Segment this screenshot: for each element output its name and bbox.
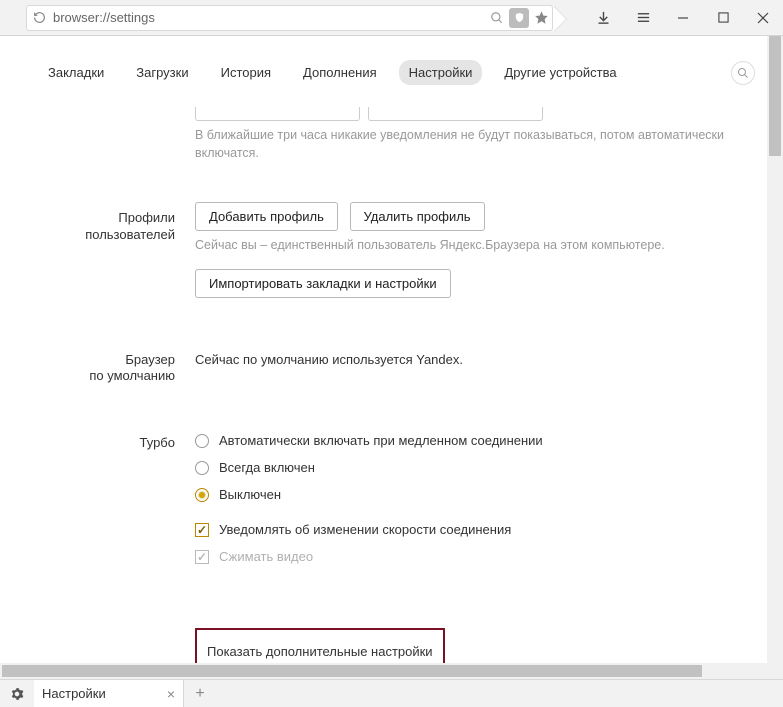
turbo-option-always[interactable]: Всегда включен	[195, 454, 759, 481]
window-titlebar	[0, 0, 783, 36]
nav-tab-bookmarks[interactable]: Закладки	[38, 60, 114, 85]
checkbox-icon	[195, 523, 209, 537]
shield-icon[interactable]	[508, 5, 530, 31]
address-bar[interactable]	[26, 5, 553, 31]
scrollbar-thumb[interactable]	[769, 36, 781, 156]
star-icon[interactable]	[530, 5, 552, 31]
turbo-option-off[interactable]: Выключен	[195, 481, 759, 508]
settings-page: Закладки Загрузки История Дополнения Нас…	[0, 36, 767, 663]
truncated-buttons	[195, 107, 759, 121]
delete-profile-button[interactable]: Удалить профиль	[350, 202, 485, 231]
nav-tab-history[interactable]: История	[211, 60, 281, 85]
browser-tab-settings[interactable]: Настройки ×	[34, 680, 184, 707]
url-input[interactable]	[51, 10, 486, 25]
notifications-desc: В ближайшие три часа никакие уведомления…	[195, 127, 759, 162]
nav-tab-downloads[interactable]: Загрузки	[126, 60, 198, 85]
settings-nav: Закладки Загрузки История Дополнения Нас…	[0, 36, 767, 101]
show-advanced-link[interactable]: Показать дополнительные настройки	[207, 638, 433, 663]
nav-tab-devices[interactable]: Другие устройства	[494, 60, 626, 85]
tab-strip: Настройки × +	[0, 679, 783, 707]
menu-icon[interactable]	[623, 0, 663, 36]
radio-icon	[195, 488, 209, 502]
default-browser-text: Сейчас по умолчанию используется Yandex.	[195, 344, 759, 369]
search-icon[interactable]	[486, 5, 508, 31]
maximize-button[interactable]	[703, 0, 743, 36]
scroll-corner	[767, 663, 783, 679]
close-button[interactable]	[743, 0, 783, 36]
turbo-compress-checkbox: Сжимать видео	[195, 543, 759, 570]
minimize-button[interactable]	[663, 0, 703, 36]
new-tab-button[interactable]: +	[184, 680, 216, 707]
vertical-scrollbar[interactable]	[767, 36, 783, 663]
import-button[interactable]: Импортировать закладки и настройки	[195, 269, 451, 298]
default-browser-label: Браузер по умолчанию	[0, 344, 195, 386]
turbo-notify-checkbox[interactable]: Уведомлять об изменении скорости соедине…	[195, 516, 759, 543]
turbo-label: Турбо	[0, 427, 195, 570]
gear-icon[interactable]	[0, 680, 34, 707]
downloads-icon[interactable]	[583, 0, 623, 36]
radio-icon	[195, 461, 209, 475]
nav-tab-addons[interactable]: Дополнения	[293, 60, 387, 85]
profiles-label: Профили пользователей	[0, 202, 195, 298]
close-tab-icon[interactable]: ×	[167, 686, 175, 702]
advanced-highlight: Показать дополнительные настройки	[195, 628, 445, 663]
radio-icon	[195, 434, 209, 448]
add-profile-button[interactable]: Добавить профиль	[195, 202, 338, 231]
nav-tab-settings[interactable]: Настройки	[399, 60, 483, 85]
tab-title: Настройки	[42, 686, 106, 701]
reload-icon[interactable]	[27, 11, 51, 24]
turbo-option-auto[interactable]: Автоматически включать при медленном сое…	[195, 427, 759, 454]
address-bar-arrow	[553, 6, 566, 32]
horizontal-scrollbar[interactable]	[0, 663, 767, 679]
scrollbar-thumb[interactable]	[2, 665, 702, 677]
profiles-desc: Сейчас вы – единственный пользователь Ян…	[195, 237, 759, 255]
checkbox-icon	[195, 550, 209, 564]
settings-search-icon[interactable]	[731, 61, 755, 85]
